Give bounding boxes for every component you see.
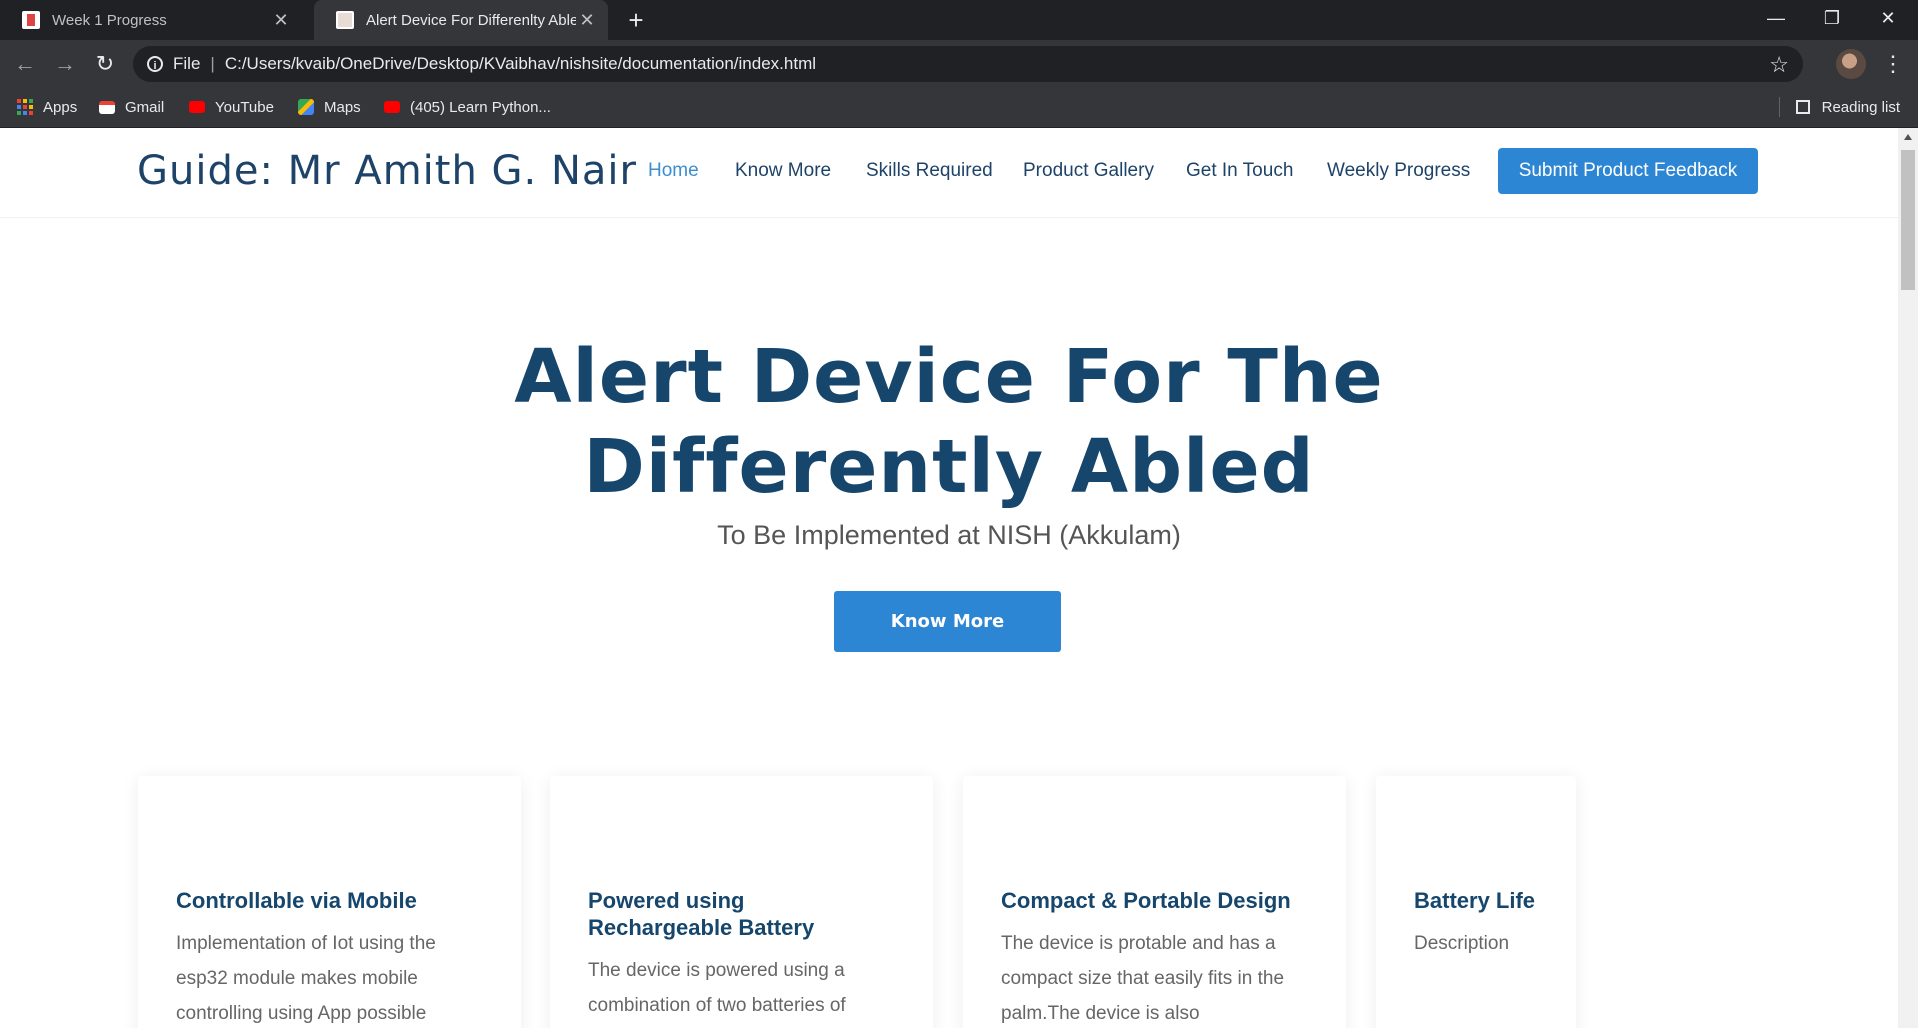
know-more-button[interactable]: Know More bbox=[834, 591, 1061, 652]
bookmark-star-icon[interactable]: ☆ bbox=[1769, 52, 1789, 78]
page-scrollbar[interactable] bbox=[1898, 128, 1918, 1028]
bookmark-label: Gmail bbox=[125, 98, 165, 116]
feature-title: Battery Life bbox=[1414, 888, 1536, 913]
browser-tab-active[interactable]: Alert Device For Differenlty Abled ✕ bbox=[314, 0, 608, 40]
submit-feedback-button[interactable]: Submit Product Feedback bbox=[1498, 148, 1758, 194]
site-header: Guide: Mr Amith G. Nair Home Know More S… bbox=[0, 128, 1898, 218]
site-favicon-icon bbox=[336, 11, 354, 29]
hero-title-line: Differently Abled bbox=[583, 424, 1315, 510]
back-arrow-icon[interactable]: ← bbox=[11, 50, 39, 78]
feature-card: Powered using Rechargeable Battery The d… bbox=[550, 776, 933, 1028]
address-scheme: File bbox=[173, 54, 201, 73]
site-logo[interactable]: Guide: Mr Amith G. Nair bbox=[137, 148, 637, 194]
bookmark-gmail[interactable]: Gmail bbox=[99, 96, 164, 118]
reload-icon[interactable]: ↻ bbox=[91, 50, 119, 78]
apps-grid-icon bbox=[17, 99, 33, 115]
close-tab-icon[interactable]: ✕ bbox=[576, 10, 598, 31]
browser-tab-bar: Week 1 Progress ✕ Alert Device For Diffe… bbox=[0, 0, 1918, 40]
browser-menu-icon[interactable]: ⋮ bbox=[1882, 50, 1904, 78]
site-favicon-icon bbox=[22, 11, 40, 29]
feature-text: Implementation of Iot using the esp32 mo… bbox=[176, 933, 436, 1024]
feature-title: Compact & Portable Design bbox=[1001, 888, 1291, 913]
bookmark-label: YouTube bbox=[215, 98, 274, 116]
bookmark-youtube[interactable]: YouTube bbox=[189, 96, 274, 118]
maps-icon bbox=[298, 99, 314, 115]
new-tab-button[interactable]: + bbox=[622, 6, 650, 34]
feature-text: Description bbox=[1414, 933, 1510, 954]
bookmark-label: Apps bbox=[43, 98, 78, 116]
address-bar[interactable]: i File | C:/Users/kvaib/OneDrive/Desktop… bbox=[133, 46, 1803, 82]
bookmark-label: (405) Learn Python... bbox=[410, 98, 551, 116]
reading-list-label: Reading list bbox=[1821, 98, 1900, 116]
feature-card: Controllable via Mobile Implementation o… bbox=[138, 776, 521, 1028]
bookmark-maps[interactable]: Maps bbox=[298, 96, 361, 118]
feature-card: Battery Life Description bbox=[1376, 776, 1576, 1028]
gmail-icon bbox=[99, 100, 115, 114]
browser-tab[interactable]: Week 1 Progress ✕ bbox=[0, 0, 302, 40]
bookmark-label: Maps bbox=[324, 98, 361, 116]
nav-weekly-progress[interactable]: Weekly Progress bbox=[1327, 160, 1470, 182]
profile-avatar[interactable] bbox=[1836, 49, 1866, 79]
hero-subtitle: To Be Implemented at NISH (Akkulam) bbox=[717, 520, 1181, 550]
scroll-up-arrow-icon[interactable] bbox=[1904, 134, 1912, 140]
youtube-icon bbox=[189, 101, 205, 113]
tab-title: Alert Device For Differenlty Abled bbox=[366, 11, 576, 29]
browser-toolbar: ← → ↻ i File | C:/Users/kvaib/OneDrive/D… bbox=[0, 40, 1918, 87]
feature-title: Powered using Rechargeable Battery bbox=[588, 888, 815, 940]
address-url[interactable]: C:/Users/kvaib/OneDrive/Desktop/KVaibhav… bbox=[225, 54, 816, 74]
bookmark-apps[interactable]: Apps bbox=[17, 96, 77, 118]
minimize-icon[interactable]: — bbox=[1748, 0, 1804, 40]
close-window-icon[interactable]: ✕ bbox=[1860, 0, 1916, 40]
restore-icon[interactable]: ❐ bbox=[1804, 0, 1860, 40]
hero-title-line: Alert Device For The bbox=[514, 334, 1384, 420]
youtube-icon bbox=[384, 101, 400, 113]
reading-list-icon bbox=[1795, 100, 1810, 114]
address-separator: | bbox=[210, 54, 215, 73]
info-icon[interactable]: i bbox=[147, 56, 163, 72]
close-tab-icon[interactable]: ✕ bbox=[270, 10, 292, 31]
nav-skills-required[interactable]: Skills Required bbox=[866, 160, 993, 182]
hero-title: Alert Device For The Differently Abled bbox=[0, 332, 1898, 512]
forward-arrow-icon[interactable]: → bbox=[51, 50, 79, 78]
bookmarks-divider bbox=[1779, 97, 1780, 117]
feature-text: The device is protable and has a compact… bbox=[1001, 933, 1285, 1024]
feature-title: Controllable via Mobile bbox=[176, 888, 417, 913]
nav-get-in-touch[interactable]: Get In Touch bbox=[1186, 160, 1293, 182]
reading-list-button[interactable]: Reading list bbox=[1795, 96, 1900, 118]
web-page: Guide: Mr Amith G. Nair Home Know More S… bbox=[0, 128, 1898, 1028]
tab-title: Week 1 Progress bbox=[52, 11, 167, 29]
nav-know-more[interactable]: Know More bbox=[735, 160, 831, 182]
feature-card: Compact & Portable Design The device is … bbox=[963, 776, 1346, 1028]
bookmarks-bar: Apps Gmail YouTube Maps (405) Learn Pyth… bbox=[0, 87, 1918, 128]
scrollbar-thumb[interactable] bbox=[1901, 150, 1915, 290]
feature-text: The device is powered using a combinatio… bbox=[588, 960, 846, 1016]
bookmark-learn-python[interactable]: (405) Learn Python... bbox=[384, 96, 551, 118]
nav-home[interactable]: Home bbox=[648, 160, 699, 182]
nav-product-gallery[interactable]: Product Gallery bbox=[1023, 160, 1154, 182]
